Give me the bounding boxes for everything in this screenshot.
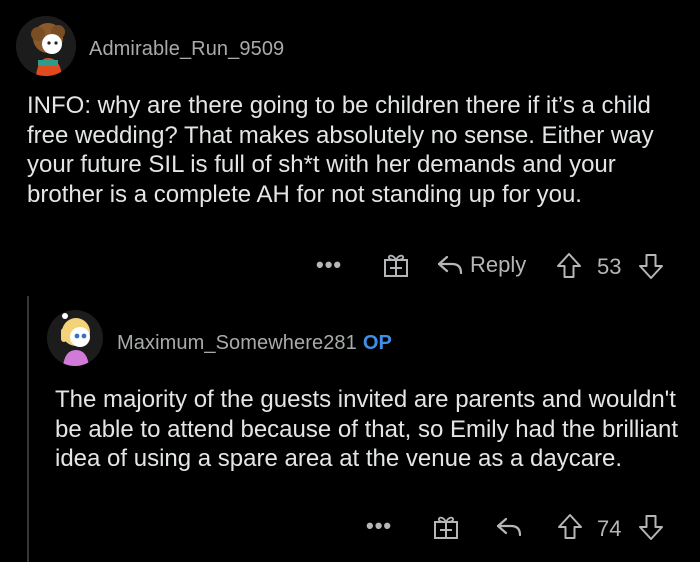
avatar[interactable]: [47, 310, 103, 366]
comment-thread: Admirable_Run_9509 INFO: why are there g…: [0, 0, 700, 562]
thread-line[interactable]: [27, 296, 29, 562]
avatar-icon: [16, 16, 76, 76]
reply-author-name: Maximum_Somewhere281: [117, 332, 357, 354]
reply-label: Reply: [470, 252, 527, 277]
avatar-icon: [47, 310, 103, 366]
upvote-arrow-icon: [557, 253, 581, 278]
reply-body: The majority of the guests invited are p…: [55, 386, 679, 472]
downvote-button[interactable]: [638, 513, 664, 541]
op-badge: OP: [362, 332, 392, 354]
more-options-button[interactable]: •••: [366, 513, 392, 539]
reply-button[interactable]: Reply: [436, 252, 526, 278]
avatar[interactable]: [16, 16, 76, 76]
upvote-button[interactable]: [556, 252, 582, 280]
reply-arrow-icon: [437, 255, 463, 275]
comment-body: INFO: why are there going to be children…: [27, 92, 654, 208]
more-options-button[interactable]: •••: [316, 252, 342, 278]
downvote-arrow-icon: [639, 515, 663, 540]
reply-arrow-icon: [496, 517, 522, 537]
gift-award-icon: [434, 516, 458, 539]
downvote-arrow-icon: [639, 254, 663, 279]
reply-button[interactable]: [495, 515, 523, 539]
gift-award-icon: [384, 254, 408, 277]
award-button[interactable]: [383, 252, 409, 278]
upvote-button[interactable]: [557, 513, 583, 541]
downvote-button[interactable]: [638, 252, 664, 280]
award-button[interactable]: [433, 514, 459, 540]
vote-score: 74: [597, 516, 622, 541]
comment-author[interactable]: Admirable_Run_9509: [89, 38, 284, 61]
vote-score: 53: [597, 254, 622, 279]
reply-author[interactable]: Maximum_Somewhere281 OP: [117, 332, 392, 355]
upvote-arrow-icon: [558, 514, 582, 539]
